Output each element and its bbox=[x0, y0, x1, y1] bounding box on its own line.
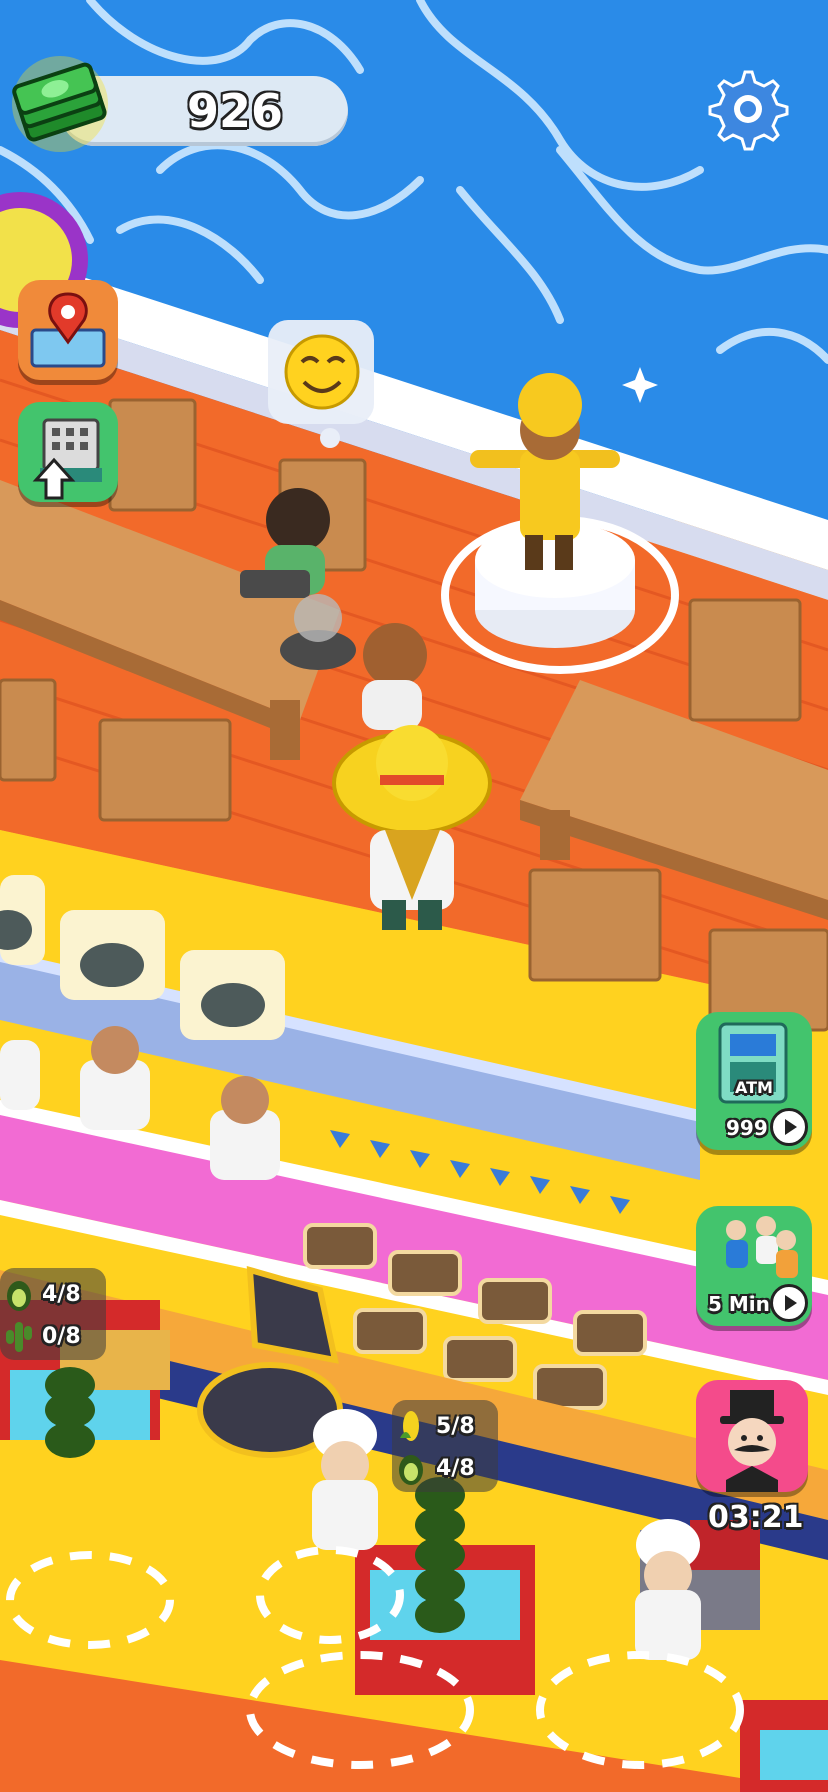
cactus-icon bbox=[4, 1318, 34, 1358]
vip-customer-button[interactable] bbox=[696, 1380, 808, 1492]
avocado-icon bbox=[4, 1276, 34, 1316]
station-right-front bbox=[740, 1700, 828, 1792]
station-left-count-2: 0/8 bbox=[42, 1324, 81, 1349]
station-center-count-1: 5/8 bbox=[436, 1414, 475, 1439]
play-video-icon bbox=[770, 1284, 808, 1322]
running-staff-icon bbox=[726, 1216, 798, 1278]
settings-button[interactable] bbox=[700, 64, 790, 154]
money-value: 926 bbox=[186, 84, 284, 138]
atm-label: ATM bbox=[735, 1078, 773, 1097]
map-pin-icon bbox=[30, 292, 106, 368]
boost-duration: 5 Min bbox=[708, 1292, 770, 1316]
mustache-gentleman-icon bbox=[720, 1390, 784, 1492]
station-center-count-2: 4/8 bbox=[436, 1456, 475, 1481]
atm-icon bbox=[718, 1022, 788, 1104]
gear-icon bbox=[708, 70, 789, 151]
speed-boost-button[interactable]: 5 Min bbox=[696, 1206, 812, 1326]
board-upgrade-icon bbox=[32, 418, 102, 500]
corn-icon bbox=[396, 1408, 426, 1448]
vip-timer: 03:21 bbox=[708, 1500, 804, 1535]
cash-stack-icon bbox=[8, 52, 112, 156]
upgrade-button[interactable] bbox=[18, 402, 118, 502]
atm-value: 999 bbox=[726, 1116, 768, 1140]
avocado-icon bbox=[396, 1450, 426, 1490]
map-button[interactable] bbox=[18, 280, 118, 380]
atm-button[interactable]: ATM 999 bbox=[696, 1012, 812, 1150]
play-video-icon bbox=[770, 1108, 808, 1146]
station-left-count-1: 4/8 bbox=[42, 1282, 81, 1307]
game-scene bbox=[0, 0, 828, 1792]
